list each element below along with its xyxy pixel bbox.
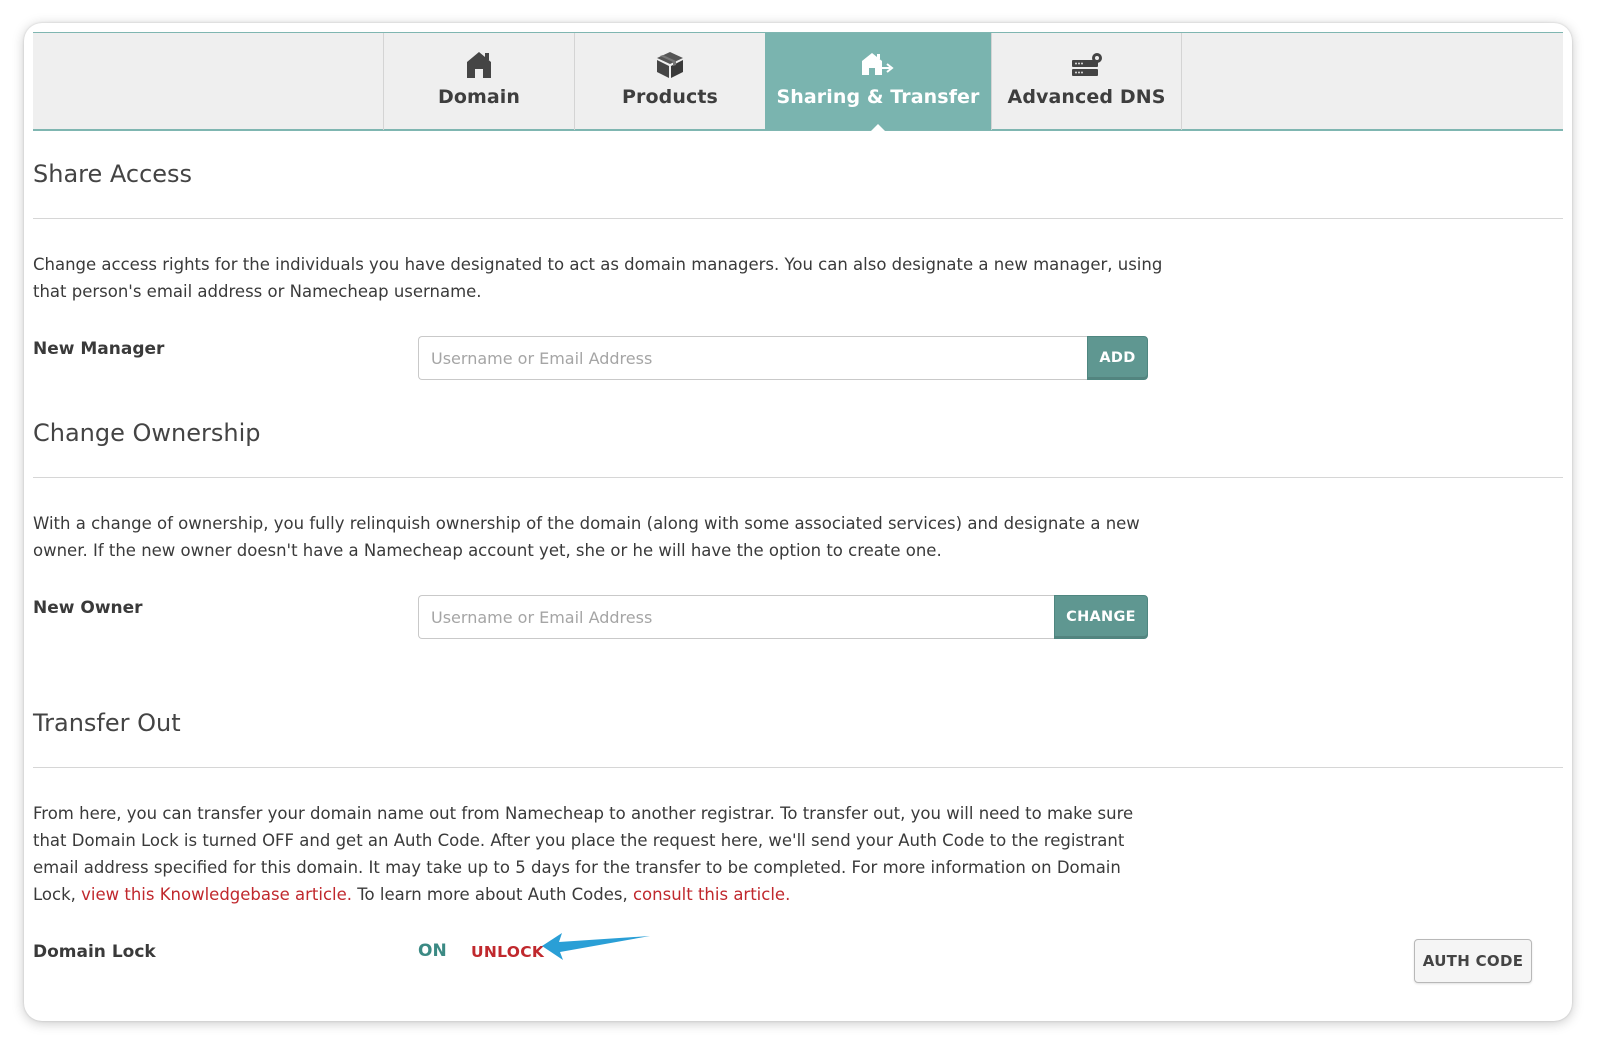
tab-domain-label: Domain <box>437 86 521 108</box>
transfer-text-part2: To learn more about Auth Codes, <box>352 885 633 904</box>
house-transfer-icon <box>765 51 991 81</box>
new-manager-label: New Manager <box>33 339 165 359</box>
tab-products-label: Products <box>622 86 718 108</box>
tab-sharing-transfer[interactable]: Sharing & Transfer <box>765 33 991 132</box>
change-ownership-description: With a change of ownership, you fully re… <box>33 514 1140 560</box>
box-icon <box>575 51 765 81</box>
tab-bar: Domain Products Sharing & Transfer Advan… <box>33 32 1563 132</box>
share-access-title: Share Access <box>33 160 193 188</box>
auth-code-button[interactable]: AUTH CODE <box>1414 939 1532 983</box>
new-manager-input-group: ADD <box>418 336 1148 380</box>
new-owner-label: New Owner <box>33 598 143 618</box>
domain-settings-card: Domain Products Sharing & Transfer Advan… <box>24 23 1572 1021</box>
server-gear-icon <box>992 51 1181 81</box>
house-icon <box>384 51 574 81</box>
new-manager-input[interactable] <box>418 336 1088 380</box>
transfer-out-title: Transfer Out <box>33 709 181 737</box>
add-manager-button[interactable]: ADD <box>1087 336 1148 380</box>
tab-domain[interactable]: Domain <box>383 33 574 130</box>
knowledgebase-article-link[interactable]: view this Knowledgebase article. <box>81 885 352 904</box>
new-owner-input-group: CHANGE <box>418 595 1148 639</box>
tab-products[interactable]: Products <box>574 33 765 130</box>
change-ownership-title: Change Ownership <box>33 419 261 447</box>
auth-code-article-link[interactable]: consult this article. <box>633 885 790 904</box>
transfer-out-description: From here, you can transfer your domain … <box>33 800 1163 908</box>
active-tab-indicator <box>870 124 886 132</box>
domain-lock-status: ON <box>418 941 447 961</box>
domain-lock-label: Domain Lock <box>33 942 156 962</box>
change-owner-button[interactable]: CHANGE <box>1054 595 1148 639</box>
divider <box>33 218 1563 219</box>
new-owner-input[interactable] <box>418 595 1055 639</box>
share-access-description: Change access rights for the individuals… <box>33 255 1163 301</box>
tab-advanced-dns[interactable]: Advanced DNS <box>991 33 1182 130</box>
divider <box>33 477 1563 478</box>
divider <box>33 767 1563 768</box>
annotation-arrow-icon <box>540 930 652 966</box>
tab-sharing-transfer-label: Sharing & Transfer <box>776 86 980 108</box>
tab-advanced-dns-label: Advanced DNS <box>1007 86 1166 108</box>
unlock-button[interactable]: UNLOCK <box>471 943 544 961</box>
